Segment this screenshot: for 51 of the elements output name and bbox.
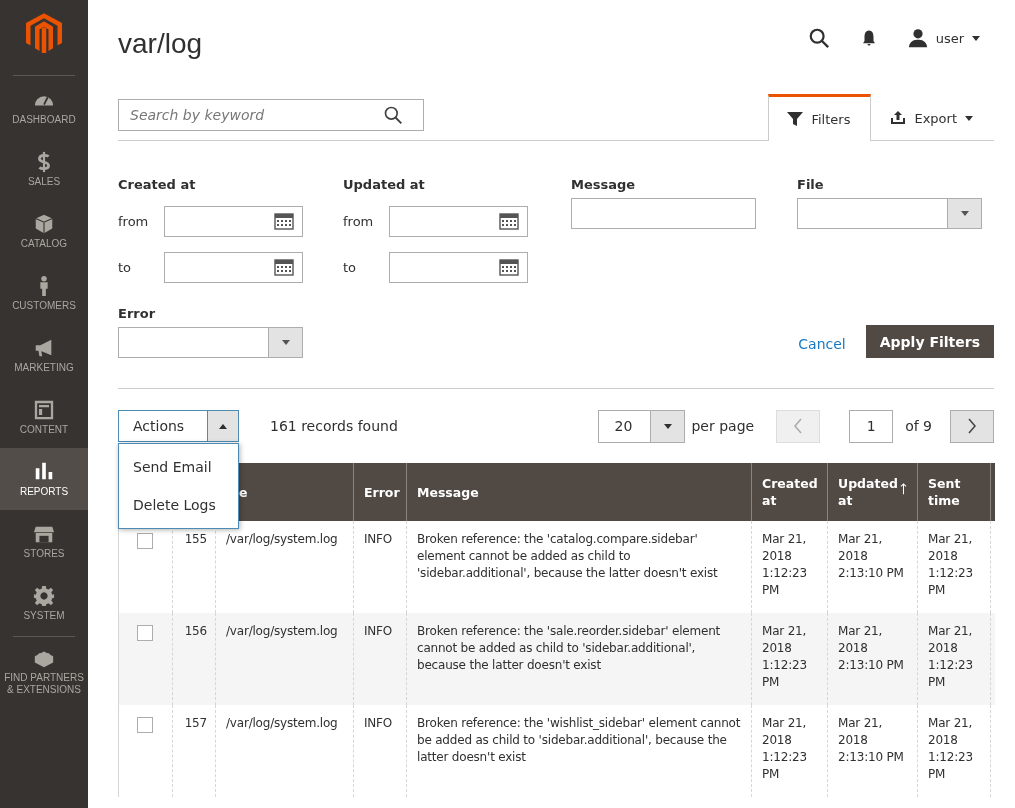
- filters-tab[interactable]: Filters: [768, 94, 872, 141]
- range-label: from: [118, 213, 150, 229]
- page-field[interactable]: 1: [849, 409, 894, 443]
- filter-label: File: [797, 177, 825, 192]
- nav-item[interactable]: CONTENT: [0, 386, 88, 448]
- page-count: of 9: [905, 418, 932, 434]
- date-cell: Mar 21, 2018 1:12:23 PM: [917, 705, 991, 797]
- nav-item[interactable]: REPORTS: [0, 448, 88, 510]
- nav-item[interactable]: STORES: [0, 510, 88, 572]
- nav-item[interactable]: CUSTOMERS: [0, 262, 88, 324]
- range-label: to: [118, 259, 133, 275]
- date-cell: Mar 21, 2018 1:12:23 PM: [917, 613, 991, 705]
- user-menu[interactable]: user: [907, 28, 994, 48]
- search-field[interactable]: Search by keyword: [118, 99, 424, 131]
- message-cell: Broken reference: the 'sale.reorder.sidebar' element cannot be added as child to 'sidebar.additional', because the latter doesn't exist: [406, 613, 752, 705]
- nav-item[interactable]: CATALOG: [0, 200, 88, 262]
- date-cell: Mar 21, 2018 2:13:10 PM: [827, 613, 918, 705]
- records-count: 161 records found: [270, 418, 398, 434]
- column-header[interactable]: Sent time: [917, 463, 991, 521]
- nav-item[interactable]: DASHBOARD: [0, 76, 88, 138]
- filter-label: Error: [118, 306, 157, 321]
- nav-item[interactable]: SALES: [0, 138, 88, 200]
- range-label: from: [343, 213, 375, 229]
- actions-dropdown[interactable]: Actions: [118, 410, 239, 442]
- column-header[interactable]: Error: [353, 463, 407, 521]
- nav-item[interactable]: FIND PARTNERS & EXTENSIONS: [0, 637, 88, 703]
- column-header[interactable]: Updated at: [827, 463, 918, 521]
- file-cell: /var/log/system.log: [215, 705, 354, 797]
- filter-label: Updated at: [343, 177, 426, 192]
- nav-item[interactable]: SYSTEM: [0, 572, 88, 634]
- message-cell: Broken reference: the 'wishlist_sidebar' element cannot be added as child to 'sidebar.additional', because the latter doesn't exist: [406, 705, 752, 797]
- per-page-select[interactable]: 20: [598, 409, 686, 443]
- date-cell: Mar 21, 2018 1:12:23 PM: [751, 705, 828, 797]
- filter-label: Message: [571, 177, 637, 192]
- error-cell: INFO: [353, 705, 407, 797]
- export-tab[interactable]: Export: [871, 94, 994, 141]
- error-cell: INFO: [353, 613, 407, 705]
- per-page-label: per page: [691, 418, 755, 434]
- apply-filters-button[interactable]: Apply Filters: [865, 325, 994, 358]
- id-cell: 156: [172, 613, 216, 705]
- file-cell: /var/log/system.log: [215, 613, 354, 705]
- column-header[interactable]: Message: [406, 463, 752, 521]
- date-cell: Mar 21, 2018 2:13:10 PM: [827, 705, 918, 797]
- filter-label: Created at: [118, 177, 197, 192]
- date-cell: Mar 21, 2018 1:12:23 PM: [751, 613, 828, 705]
- column-header[interactable]: Created at: [751, 463, 828, 521]
- range-label: to: [343, 259, 358, 275]
- nav-item[interactable]: MARKETING: [0, 324, 88, 386]
- id-cell: 157: [172, 705, 216, 797]
- cancel-link[interactable]: Cancel: [798, 336, 846, 352]
- page-title: var/log: [118, 28, 203, 60]
